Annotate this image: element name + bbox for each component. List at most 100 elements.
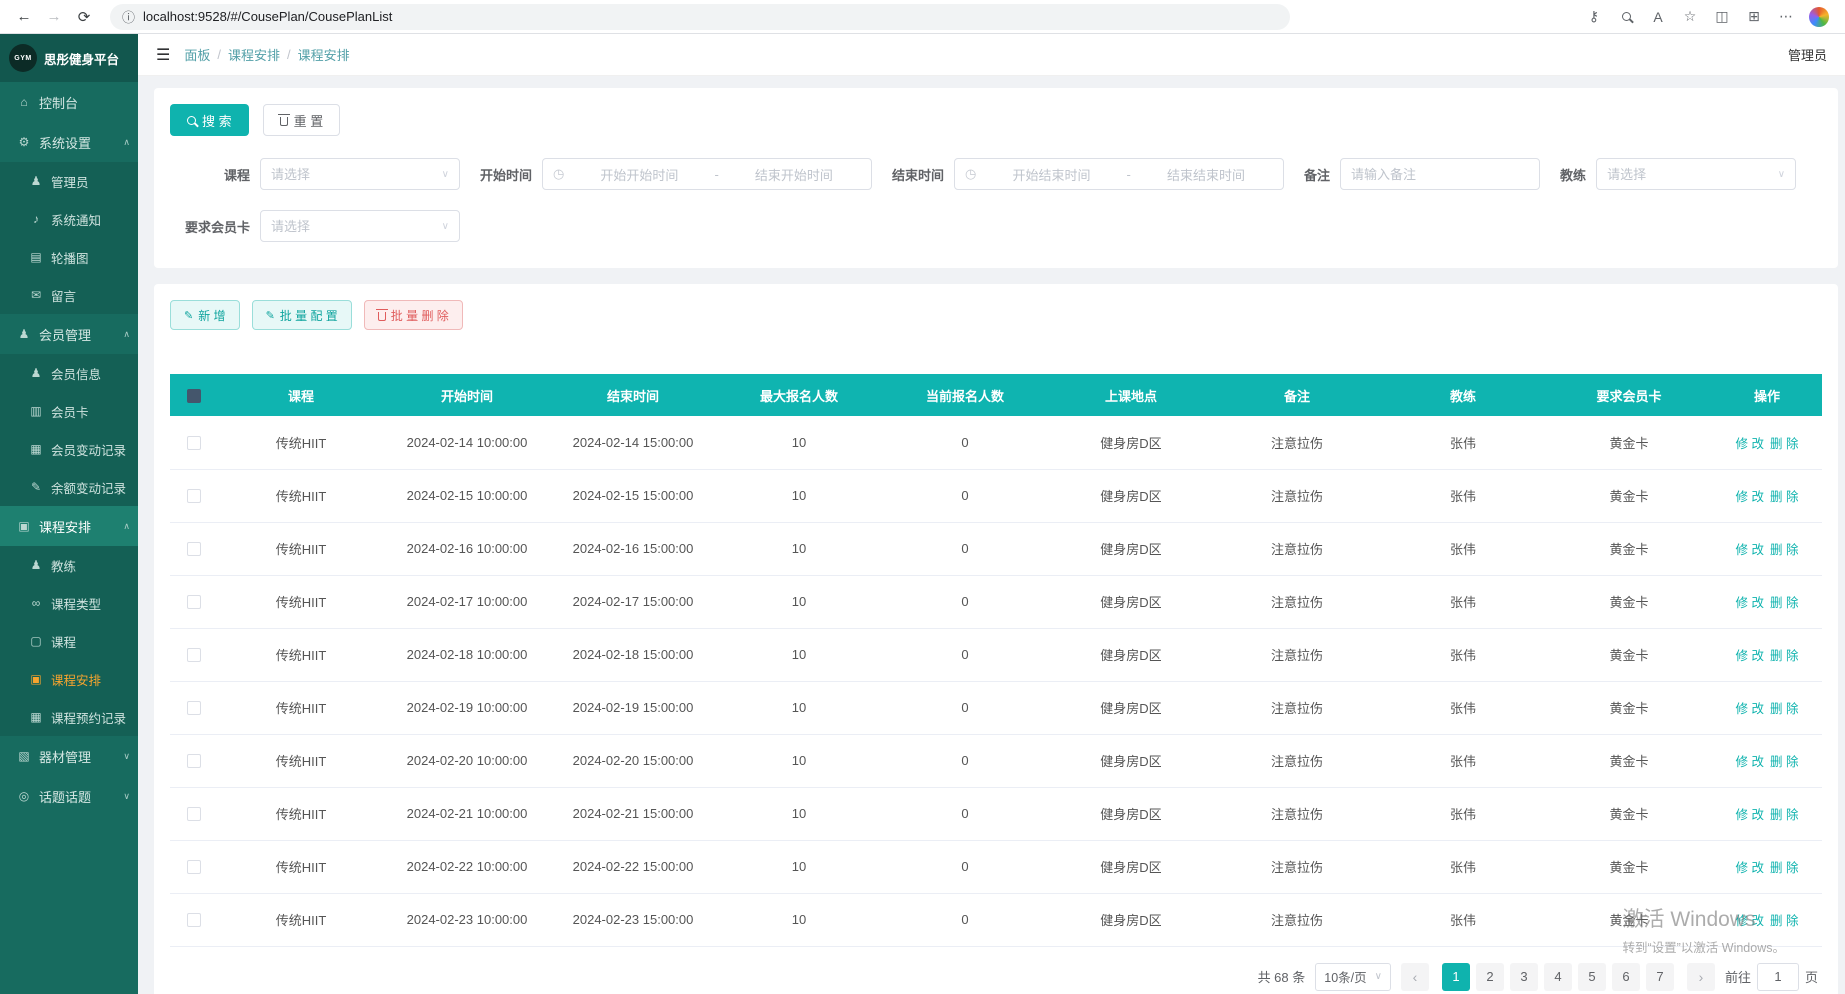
end-time-to-placeholder[interactable]: 结束结束时间	[1139, 165, 1273, 184]
reset-button[interactable]: 重 置	[262, 104, 341, 136]
address-bar[interactable]: ⓘ localhost:9528/#/CousePlan/CousePlanLi…	[110, 3, 1290, 30]
page-button[interactable]: 4	[1543, 962, 1572, 991]
edit-link[interactable]: 修 改	[1736, 490, 1764, 504]
row-checkbox[interactable]	[187, 913, 201, 928]
password-icon[interactable]: ⚷	[1585, 8, 1603, 26]
batch-delete-button[interactable]: 批 量 删 除	[363, 300, 463, 330]
edit-link[interactable]: 修 改	[1736, 861, 1764, 875]
breadcrumb-item[interactable]: 面板	[184, 45, 210, 64]
edit-link[interactable]: 修 改	[1736, 914, 1764, 928]
page-button[interactable]: 6	[1611, 962, 1640, 991]
edit-link[interactable]: 修 改	[1736, 808, 1764, 822]
edit-link[interactable]: 修 改	[1736, 649, 1764, 663]
edit-link[interactable]: 修 改	[1736, 702, 1764, 716]
split-screen-icon[interactable]: ◫	[1713, 8, 1731, 26]
sidebar-subitem[interactable]: ✉ 留言	[0, 276, 138, 314]
delete-link[interactable]: 删 除	[1770, 596, 1798, 610]
member-card-select[interactable]: ∨	[260, 210, 460, 242]
add-button[interactable]: ✎ 新 增	[170, 300, 240, 330]
settings-icon[interactable]: ⋯	[1777, 8, 1795, 26]
coach-select[interactable]: ∨	[1596, 158, 1797, 190]
sidebar-subitem[interactable]: ▦ 课程预约记录	[0, 698, 138, 736]
back-icon[interactable]: ←	[12, 5, 36, 29]
end-time-from-placeholder[interactable]: 开始结束时间	[984, 165, 1118, 184]
search-icon[interactable]	[1617, 8, 1635, 26]
course-select-input[interactable]	[271, 166, 442, 182]
page-button[interactable]: 3	[1509, 962, 1538, 991]
user-menu[interactable]: 管理员	[1788, 45, 1827, 64]
page-button[interactable]: 5	[1577, 962, 1606, 991]
edit-link[interactable]: 修 改	[1736, 437, 1764, 451]
sidebar-item[interactable]: ▣ 课程安排 ∧	[0, 506, 138, 546]
sidebar-item[interactable]: ◎ 话题话题 ∨	[0, 776, 138, 816]
start-time-to-placeholder[interactable]: 结束开始时间	[727, 165, 861, 184]
sidebar-subitem[interactable]: ▦ 会员变动记录	[0, 430, 138, 468]
delete-link[interactable]: 删 除	[1770, 490, 1798, 504]
sidebar-subitem[interactable]: ▥ 会员卡	[0, 392, 138, 430]
edit-link[interactable]: 修 改	[1736, 543, 1764, 557]
cell-note: 注意拉伤	[1214, 416, 1380, 470]
sidebar-subitem[interactable]: ▢ 课程	[0, 622, 138, 660]
delete-link[interactable]: 删 除	[1770, 808, 1798, 822]
start-time-range-picker[interactable]: ◷ 开始开始时间 - 结束开始时间	[542, 158, 873, 190]
delete-link[interactable]: 删 除	[1770, 543, 1798, 557]
note-input[interactable]	[1351, 166, 1530, 182]
profile-avatar[interactable]	[1809, 6, 1829, 27]
member-card-select-input[interactable]	[271, 218, 442, 234]
row-checkbox[interactable]	[187, 754, 201, 769]
row-checkbox[interactable]	[187, 489, 201, 504]
sidebar-item[interactable]: ⌂ 控制台	[0, 82, 138, 122]
delete-link[interactable]: 删 除	[1770, 649, 1798, 663]
row-checkbox[interactable]	[187, 595, 201, 610]
delete-link[interactable]: 删 除	[1770, 437, 1798, 451]
sidebar-subitem[interactable]: ♪ 系统通知	[0, 200, 138, 238]
sidebar-subitem[interactable]: ♟ 教练	[0, 546, 138, 584]
prev-page-button[interactable]: ‹	[1400, 962, 1429, 991]
end-time-range-picker[interactable]: ◷ 开始结束时间 - 结束结束时间	[954, 158, 1285, 190]
cell-location: 健身房D区	[1048, 681, 1214, 735]
delete-link[interactable]: 删 除	[1770, 702, 1798, 716]
sidebar-subitem[interactable]: ▣ 课程安排	[0, 660, 138, 698]
page-button[interactable]: 7	[1645, 962, 1674, 991]
favorites-icon[interactable]: ☆	[1681, 8, 1699, 26]
page-size-select[interactable]: 10条/页 ∨	[1315, 962, 1391, 991]
page-button[interactable]: 2	[1475, 962, 1504, 991]
breadcrumb-item[interactable]: 课程安排	[228, 45, 280, 64]
collections-icon[interactable]: ⊞	[1745, 8, 1763, 26]
row-checkbox[interactable]	[187, 860, 201, 875]
coach-select-input[interactable]	[1607, 166, 1778, 182]
sidebar-subitem[interactable]: ♟ 管理员	[0, 162, 138, 200]
sidebar-subitem[interactable]: ▤ 轮播图	[0, 238, 138, 276]
select-all-checkbox[interactable]	[187, 388, 201, 403]
next-page-button[interactable]: ›	[1686, 962, 1715, 991]
page-button[interactable]: 1	[1441, 962, 1470, 991]
sidebar-subitem[interactable]: ∞ 课程类型	[0, 584, 138, 622]
sidebar-item[interactable]: ♟ 会员管理 ∧	[0, 314, 138, 354]
breadcrumb-item[interactable]: 课程安排	[298, 45, 350, 64]
row-checkbox[interactable]	[187, 648, 201, 663]
edit-link[interactable]: 修 改	[1736, 596, 1764, 610]
trash-icon	[375, 309, 388, 321]
sidebar-item[interactable]: ▧ 器材管理 ∨	[0, 736, 138, 776]
sidebar-subitem[interactable]: ♟ 会员信息	[0, 354, 138, 392]
row-checkbox[interactable]	[187, 542, 201, 557]
start-time-from-placeholder[interactable]: 开始开始时间	[572, 165, 706, 184]
forward-icon[interactable]: →	[42, 5, 66, 29]
course-select[interactable]: ∨	[260, 158, 460, 190]
goto-page-input[interactable]	[1756, 962, 1799, 991]
search-button[interactable]: 搜 索	[170, 104, 249, 136]
collapse-sidebar-icon[interactable]: ☰	[156, 45, 170, 65]
delete-link[interactable]: 删 除	[1770, 914, 1798, 928]
refresh-icon[interactable]: ⟳	[72, 5, 96, 29]
batch-config-button[interactable]: ✎ 批 量 配 置	[251, 300, 352, 330]
read-aloud-icon[interactable]: A	[1649, 8, 1667, 26]
edit-link[interactable]: 修 改	[1736, 755, 1764, 769]
row-checkbox[interactable]	[187, 807, 201, 822]
info-icon[interactable]: ⓘ	[122, 7, 135, 26]
row-checkbox[interactable]	[187, 701, 201, 716]
delete-link[interactable]: 删 除	[1770, 861, 1798, 875]
sidebar-subitem[interactable]: ✎ 余额变动记录	[0, 468, 138, 506]
row-checkbox[interactable]	[187, 436, 201, 451]
delete-link[interactable]: 删 除	[1770, 755, 1798, 769]
sidebar-item[interactable]: ⚙ 系统设置 ∧	[0, 122, 138, 162]
